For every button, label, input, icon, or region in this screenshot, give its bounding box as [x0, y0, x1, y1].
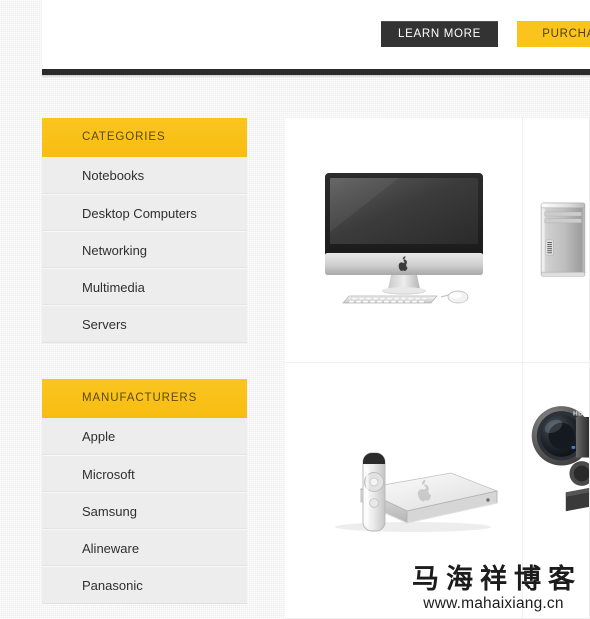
categories-widget-title: CATEGORIES	[42, 118, 247, 157]
page-root: LEARN MORE PURCHASE CATEGORIES Notebooks…	[0, 0, 590, 619]
sidebar-item-networking[interactable]: Networking	[42, 231, 247, 268]
sidebar: CATEGORIES Notebooks Desktop Computers N…	[42, 118, 247, 619]
manufacturers-widget-title: MANUFACTURERS	[42, 379, 247, 418]
apple-tv-icon	[335, 452, 499, 532]
hero-banner: LEARN MORE PURCHASE	[42, 0, 590, 69]
product-grid: HD	[285, 118, 590, 619]
product-grid-panel: HD	[285, 118, 590, 619]
sidebar-item-panasonic[interactable]: Panasonic	[42, 566, 247, 603]
categories-widget: CATEGORIES Notebooks Desktop Computers N…	[42, 118, 247, 343]
imac-icon	[324, 173, 483, 304]
sidebar-item-apple[interactable]: Apple	[42, 418, 247, 455]
product-mac-pro-tower[interactable]	[523, 118, 590, 363]
sidebar-item-desktop-computers[interactable]: Desktop Computers	[42, 194, 247, 231]
learn-more-button[interactable]: LEARN MORE	[381, 21, 499, 47]
tower-computer-icon	[540, 202, 586, 277]
sidebar-item-microsoft[interactable]: Microsoft	[42, 455, 247, 492]
sidebar-item-servers[interactable]: Servers	[42, 305, 247, 342]
purchase-button[interactable]: PURCHASE	[517, 21, 590, 47]
svg-text:HD: HD	[573, 411, 583, 418]
mouse-icon	[440, 290, 468, 304]
banner-divider-shadow	[42, 75, 590, 78]
product-imac[interactable]	[285, 118, 523, 363]
manufacturers-widget: MANUFACTURERS Apple Microsoft Samsung Al…	[42, 379, 247, 604]
apple-remote-icon	[362, 452, 386, 531]
sidebar-item-samsung[interactable]: Samsung	[42, 492, 247, 529]
sidebar-item-alineware[interactable]: Alineware	[42, 529, 247, 566]
manufacturers-list: Apple Microsoft Samsung Alineware Panaso…	[42, 418, 247, 604]
sidebar-item-multimedia[interactable]: Multimedia	[42, 268, 247, 305]
sidebar-item-notebooks[interactable]: Notebooks	[42, 157, 247, 194]
product-apple-tv[interactable]	[285, 363, 523, 619]
keyboard-icon	[341, 295, 438, 304]
banner-button-group: LEARN MORE PURCHASE	[381, 21, 590, 47]
categories-list: Notebooks Desktop Computers Networking M…	[42, 157, 247, 343]
product-hd-camcorder[interactable]: HD	[523, 363, 590, 619]
camcorder-icon: HD	[531, 406, 589, 512]
